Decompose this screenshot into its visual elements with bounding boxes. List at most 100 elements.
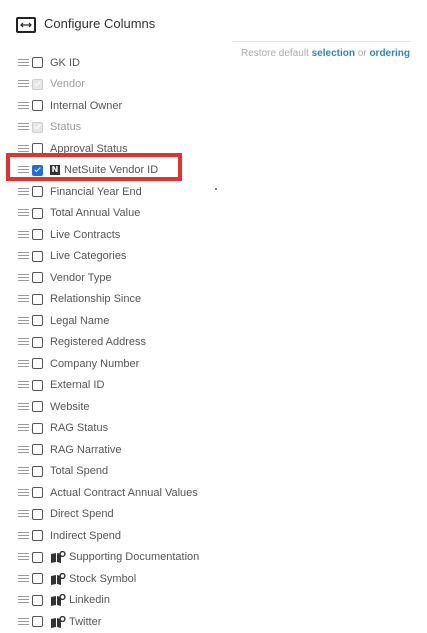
column-checkbox[interactable] (32, 444, 43, 456)
column-checkbox[interactable] (32, 358, 43, 370)
column-row[interactable]: Status (18, 117, 398, 139)
drag-handle-icon[interactable] (18, 230, 29, 239)
drag-handle-icon[interactable] (18, 80, 29, 88)
drag-handle-icon[interactable] (18, 381, 29, 389)
column-row[interactable]: Actual Contract Annual Values (18, 482, 398, 504)
drag-handle-icon[interactable] (18, 424, 29, 432)
drag-handle-icon[interactable] (18, 359, 29, 368)
drag-handle-icon[interactable] (18, 144, 29, 153)
column-label: Stock Symbol (69, 572, 137, 585)
drag-handle-icon[interactable] (18, 123, 29, 131)
column-row[interactable]: Live Contracts (18, 224, 398, 246)
column-checkbox[interactable] (32, 207, 43, 219)
column-label: Company Number (50, 357, 140, 370)
column-row[interactable]: RAG Narrative (18, 439, 398, 461)
column-row[interactable]: Supporting Documentation (18, 547, 398, 569)
column-row[interactable]: Twitter (18, 611, 398, 633)
column-row[interactable]: Vendor (18, 74, 398, 96)
stray-dot (215, 188, 217, 190)
column-checkbox[interactable] (32, 336, 43, 348)
drag-handle-icon[interactable] (18, 531, 29, 540)
column-checkbox[interactable] (32, 186, 43, 198)
column-label: GK ID (50, 56, 80, 69)
drag-handle-icon[interactable] (18, 316, 29, 325)
column-checkbox[interactable] (32, 229, 43, 241)
drag-handle-icon[interactable] (18, 617, 29, 626)
column-checkbox (32, 78, 43, 90)
column-label: Approval Status (50, 142, 128, 155)
column-checkbox[interactable] (32, 143, 43, 155)
drag-handle-icon[interactable] (18, 510, 29, 518)
drag-handle-icon[interactable] (18, 166, 29, 174)
column-checkbox[interactable] (32, 401, 43, 413)
drag-handle-icon[interactable] (18, 467, 29, 475)
column-label: Registered Address (50, 336, 146, 349)
column-checkbox[interactable] (32, 487, 43, 499)
column-label: Total Spend (50, 465, 109, 478)
column-label: Internal Owner (50, 99, 123, 112)
column-checkbox[interactable] (32, 293, 43, 305)
column-row[interactable]: Relationship Since (18, 289, 398, 311)
column-row[interactable]: Financial Year End (18, 181, 398, 203)
column-row[interactable]: Live Categories (18, 246, 398, 268)
column-checkbox[interactable] (32, 272, 43, 284)
drag-handle-icon[interactable] (18, 402, 29, 411)
drag-handle-icon[interactable] (18, 209, 29, 217)
column-label: Relationship Since (50, 293, 142, 306)
column-row[interactable]: Website (18, 396, 398, 418)
column-checkbox[interactable] (32, 616, 43, 628)
column-row[interactable]: Total Spend (18, 461, 398, 483)
column-checkbox (32, 121, 43, 133)
column-row[interactable]: External ID (18, 375, 398, 397)
drag-handle-icon[interactable] (18, 273, 29, 282)
drag-handle-icon[interactable] (18, 187, 29, 196)
page-title: Configure Columns (44, 16, 156, 31)
column-row[interactable]: N NetSuite Vendor ID (18, 160, 398, 182)
column-row[interactable]: Legal Name (18, 310, 398, 332)
column-row[interactable]: Linkedin (18, 590, 398, 612)
column-row[interactable]: Internal Owner (18, 95, 398, 117)
column-row[interactable]: Approval Status (18, 138, 398, 160)
column-checkbox[interactable] (32, 57, 43, 69)
column-label: RAG Narrative (50, 443, 122, 456)
document-icon (50, 572, 66, 585)
drag-handle-icon[interactable] (18, 58, 29, 67)
column-row[interactable]: Total Annual Value (18, 203, 398, 225)
column-checkbox[interactable] (32, 164, 43, 176)
column-label: Vendor Type (50, 271, 112, 284)
drag-handle-icon[interactable] (18, 596, 29, 604)
column-row[interactable]: Company Number (18, 353, 398, 375)
column-label: NetSuite Vendor ID (64, 164, 159, 177)
column-label: Supporting Documentation (69, 551, 200, 564)
drag-handle-icon[interactable] (18, 553, 29, 561)
column-checkbox[interactable] (32, 465, 43, 477)
column-checkbox[interactable] (32, 100, 43, 112)
column-row[interactable]: GK ID (18, 52, 398, 74)
column-checkbox[interactable] (32, 250, 43, 262)
column-label: Status (50, 121, 82, 134)
column-checkbox[interactable] (32, 551, 43, 563)
drag-handle-icon[interactable] (18, 338, 29, 346)
column-checkbox[interactable] (32, 530, 43, 542)
drag-handle-icon[interactable] (18, 101, 29, 110)
column-checkbox[interactable] (32, 594, 43, 606)
column-label: Vendor (50, 78, 85, 91)
drag-handle-icon[interactable] (18, 252, 29, 260)
drag-handle-icon[interactable] (18, 488, 29, 497)
drag-handle-icon[interactable] (18, 574, 29, 583)
drag-handle-icon[interactable] (18, 445, 29, 454)
column-row[interactable]: Stock Symbol (18, 568, 398, 590)
column-checkbox[interactable] (32, 508, 43, 520)
column-checkbox[interactable] (32, 573, 43, 585)
column-row[interactable]: RAG Status (18, 418, 398, 440)
column-checkbox[interactable] (32, 315, 43, 327)
column-row[interactable]: Registered Address (18, 332, 398, 354)
column-row[interactable]: Vendor Type (18, 267, 398, 289)
column-checkbox[interactable] (32, 422, 43, 434)
column-row[interactable]: Indirect Spend (18, 525, 398, 547)
column-row[interactable]: Direct Spend (18, 504, 398, 526)
header-divider (232, 41, 411, 42)
column-checkbox[interactable] (32, 379, 43, 391)
drag-handle-icon[interactable] (18, 295, 29, 303)
column-label: Linkedin (69, 594, 110, 607)
